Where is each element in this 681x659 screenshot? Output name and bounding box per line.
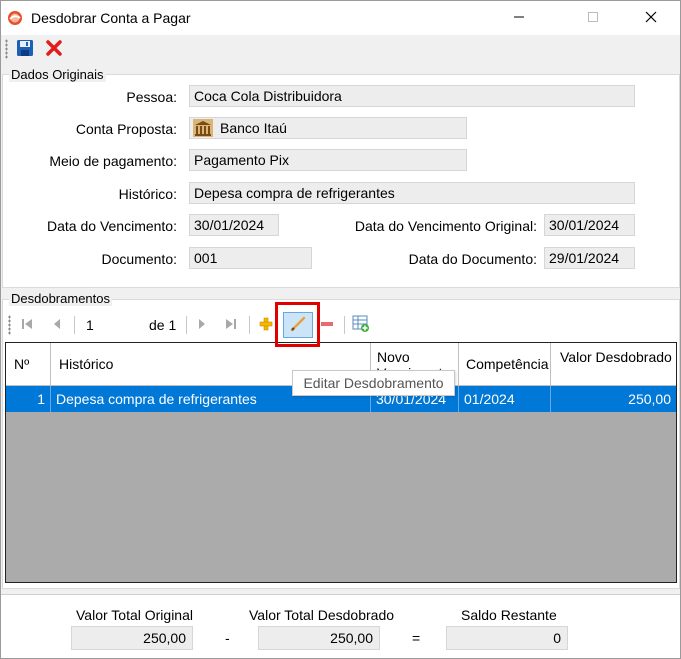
current-record-input[interactable]: 1 [82, 314, 146, 336]
data-vencimento-label: Data do Vencimento: [47, 218, 177, 234]
meio-pagamento-label: Meio de pagamento: [49, 153, 177, 169]
desdobrar-window: Desdobrar Conta a Pagar Dados Originais … [0, 0, 681, 659]
next-record-icon [196, 318, 208, 333]
bank-building-icon [192, 119, 214, 138]
data-documento-label: Data do Documento: [408, 251, 537, 267]
equals-operator: = [412, 630, 421, 646]
red-x-icon [45, 39, 63, 60]
conta-proposta-value: Banco Itaú [220, 120, 287, 136]
next-record-button[interactable] [191, 314, 213, 336]
previous-record-button[interactable] [46, 314, 68, 336]
documento-field[interactable]: 001 [189, 247, 312, 269]
window-title: Desdobrar Conta a Pagar [31, 10, 191, 26]
column-header-valor-desdobrado[interactable]: Valor Desdobrado [551, 343, 676, 385]
pessoa-field[interactable]: Coca Cola Distribuidora [189, 85, 635, 107]
app-logo-icon [7, 10, 23, 26]
close-button[interactable] [628, 1, 674, 35]
data-documento-field[interactable]: 29/01/2024 [544, 247, 635, 269]
record-navigator: 1 de 1 [6, 310, 675, 340]
data-vencimento-original-field[interactable]: 30/01/2024 [544, 214, 635, 236]
pessoa-label: Pessoa: [126, 89, 177, 105]
toolbar-grip[interactable] [5, 39, 8, 59]
minimize-button[interactable] [496, 1, 542, 35]
save-button[interactable] [14, 38, 36, 60]
meio-pagamento-field[interactable]: Pagamento Pix [189, 149, 467, 171]
column-header-competencia[interactable]: Competência [459, 343, 551, 385]
grid-options-button[interactable] [350, 314, 372, 336]
documento-label: Documento: [101, 251, 177, 267]
navigator-grip[interactable] [8, 315, 11, 335]
grid-add-icon [352, 315, 370, 336]
minimize-icon [513, 11, 525, 26]
historico-label: Histórico: [118, 186, 177, 202]
minus-operator: - [225, 630, 230, 646]
valor-total-desdobrado-label: Valor Total Desdobrado [249, 607, 395, 623]
floppy-disk-icon [16, 39, 34, 60]
valor-total-original-label: Valor Total Original [76, 607, 193, 623]
row-valor-desdobrado: 250,00 [628, 391, 671, 407]
edit-tooltip: Editar Desdobramento [292, 370, 455, 396]
desdobramentos-legend: Desdobramentos [9, 291, 112, 306]
totals-panel: Valor Total Original 250,00 - Valor Tota… [1, 594, 680, 658]
navigator-separator [249, 316, 250, 334]
valor-total-desdobrado-field[interactable]: 250,00 [258, 626, 380, 650]
title-bar: Desdobrar Conta a Pagar [1, 1, 680, 35]
data-vencimento-field[interactable]: 30/01/2024 [189, 214, 279, 236]
cancel-button[interactable] [43, 38, 65, 60]
maximize-icon [587, 11, 599, 26]
historico-field[interactable]: Depesa compra de refrigerantes [189, 182, 635, 204]
first-record-icon [21, 318, 33, 333]
row-competencia: 01/2024 [459, 386, 551, 412]
previous-record-icon [51, 318, 63, 333]
last-record-button[interactable] [220, 314, 242, 336]
navigator-separator [74, 316, 75, 334]
column-header-numero[interactable]: Nº [6, 343, 51, 385]
conta-proposta-field[interactable]: Banco Itaú [189, 117, 467, 139]
maximize-button[interactable] [570, 1, 616, 35]
plus-icon [259, 317, 273, 334]
saldo-restante-field[interactable]: 0 [446, 626, 568, 650]
first-record-button[interactable] [16, 314, 38, 336]
edit-button-highlight [275, 302, 320, 347]
close-icon [645, 11, 657, 26]
saldo-restante-label: Saldo Restante [461, 607, 557, 623]
add-record-button[interactable] [255, 314, 277, 336]
valor-total-original-field[interactable]: 250,00 [71, 626, 193, 650]
minus-icon [320, 317, 334, 334]
navigator-separator [344, 316, 345, 334]
row-numero: 1 [6, 386, 51, 412]
navigator-separator [186, 316, 187, 334]
main-toolbar [1, 35, 680, 63]
dados-originais-legend: Dados Originais [9, 67, 106, 82]
conta-proposta-label: Conta Proposta: [75, 121, 177, 137]
record-count-label: de 1 [149, 317, 177, 333]
data-vencimento-original-label: Data do Vencimento Original: [354, 218, 537, 234]
last-record-icon [225, 318, 237, 333]
